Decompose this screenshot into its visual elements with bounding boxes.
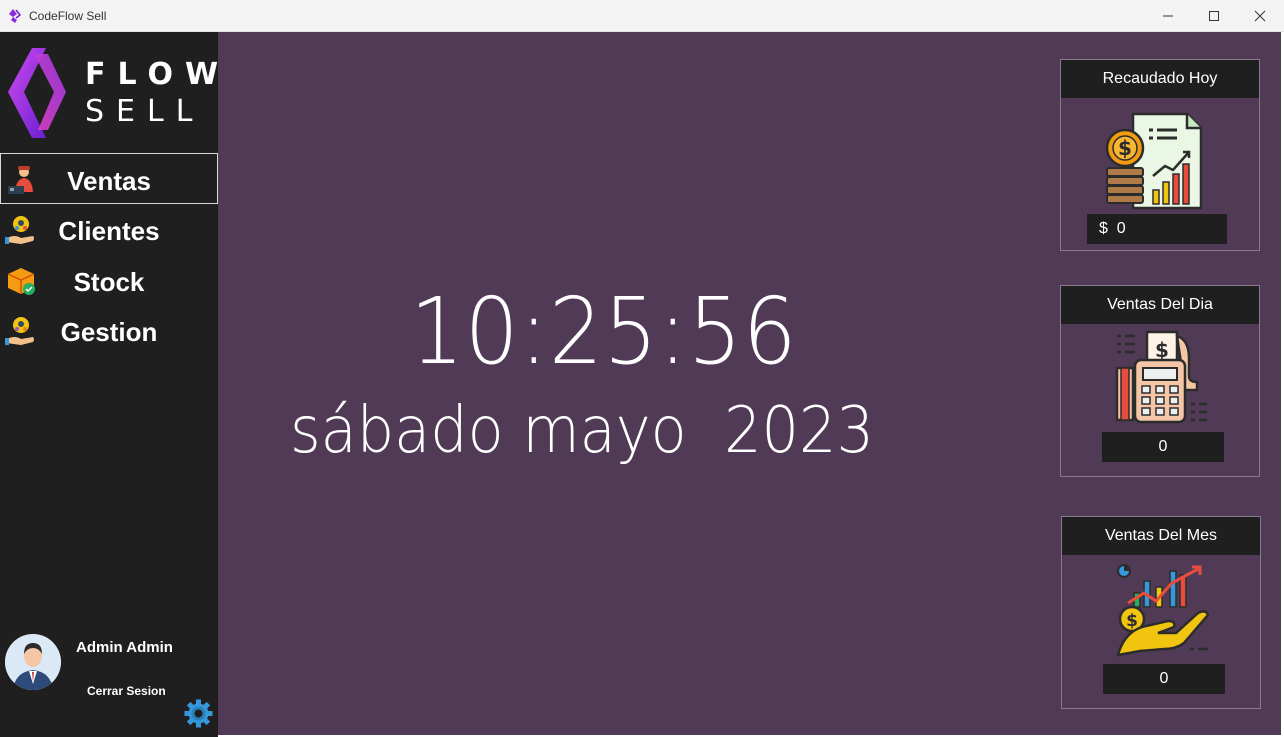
minimize-button[interactable] — [1145, 0, 1191, 32]
svg-text:$: $ — [1118, 136, 1132, 160]
svg-text:$: $ — [1155, 338, 1169, 362]
app-logo-icon — [9, 9, 22, 23]
window-title: CodeFlow Sell — [29, 9, 107, 23]
logout-link[interactable]: Cerrar Sesion — [87, 684, 166, 698]
user-avatar-icon — [5, 634, 61, 690]
flow-sell-logo — [8, 48, 66, 138]
close-button[interactable] — [1237, 0, 1283, 32]
user-name: Admin Admin — [76, 639, 173, 656]
ventas-mes-value: 0 — [1103, 664, 1225, 694]
avatar — [5, 634, 61, 690]
card-ventas-del-dia: Ventas Del Dia $ 0 — [1060, 285, 1260, 477]
card-ventas-del-mes: Ventas Del Mes $ 0 — [1061, 516, 1261, 709]
sidebar-item-ventas[interactable]: Ventas — [0, 153, 218, 204]
close-icon — [1254, 10, 1266, 22]
main-panel: 10:25:56 sábado mayo 2023 Recaudado Hoy … — [218, 32, 1281, 735]
currency-symbol: $ — [1099, 220, 1108, 237]
gear-icon[interactable] — [184, 699, 213, 728]
maximize-button[interactable] — [1191, 0, 1237, 32]
title-bar: CodeFlow Sell — [0, 0, 1284, 32]
sidebar-item-label: Gestion — [60, 317, 158, 347]
clock-date: sábado mayo 2023 — [290, 394, 874, 468]
revenue-report-icon: $ — [1105, 112, 1203, 210]
sidebar-item-label: Clientes — [58, 216, 160, 246]
card-recaudado-hoy: Recaudado Hoy $ $ 0 — [1060, 59, 1260, 251]
logo-text-sell: SELL — [85, 94, 205, 129]
sidebar-item-stock[interactable]: Stock — [0, 255, 218, 306]
card-title: Recaudado Hoy — [1061, 60, 1259, 98]
maximize-icon — [1209, 11, 1219, 21]
card-title: Ventas Del Mes — [1062, 517, 1260, 555]
card-title: Ventas Del Dia — [1061, 286, 1259, 324]
ventas-dia-value: 0 — [1102, 432, 1224, 462]
pos-terminal-icon: $ — [1115, 330, 1207, 424]
sidebar: FLOW SELL Ventas Clientes Stock Gestion … — [0, 32, 218, 737]
growth-hand-icon: $ — [1116, 564, 1210, 657]
card-value: $ 0 — [1087, 214, 1227, 244]
minimize-icon — [1163, 15, 1173, 17]
logo-text-flow: FLOW — [85, 57, 231, 92]
sidebar-item-label: Ventas — [67, 166, 151, 196]
sidebar-item-gestion[interactable]: Gestion — [0, 305, 218, 356]
sidebar-item-label: Stock — [73, 267, 145, 297]
sidebar-item-clientes[interactable]: Clientes — [0, 204, 218, 255]
svg-text:$: $ — [1126, 611, 1138, 631]
clock-time: 10:25:56 — [410, 278, 798, 385]
recaudado-amount: 0 — [1116, 220, 1126, 237]
